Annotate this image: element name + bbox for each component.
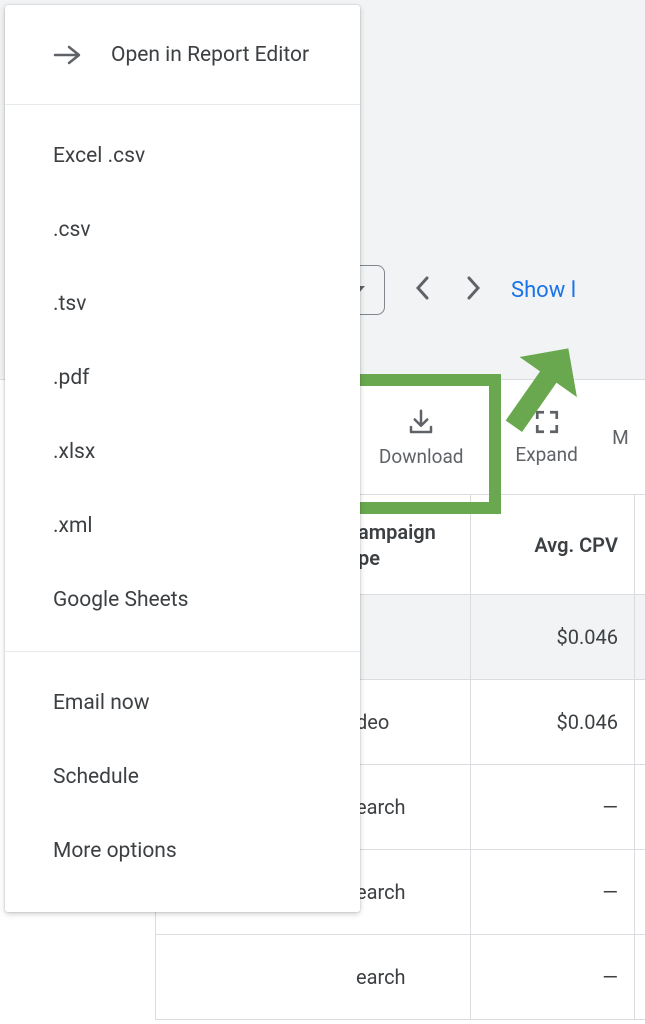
col-header-label: ampaign pe [358,519,454,571]
menu-item-label: .xlsx [53,440,95,464]
menu-item-label: .csv [53,218,91,242]
download-button[interactable]: Download [345,407,497,468]
menu-item-csv[interactable]: .csv [5,193,360,267]
menu-item-google-sheets[interactable]: Google Sheets [5,563,360,637]
expand-icon [534,409,560,435]
prev-button[interactable] [407,274,437,307]
menu-item-excel-csv[interactable]: Excel .csv [5,119,360,193]
menu-item-open-report-editor[interactable]: Open in Report Editor [5,5,360,105]
col-header-label: Avg. CPV [534,533,618,557]
col-header-avg-cpv[interactable]: Avg. CPV [470,495,635,594]
menu-section-formats: Excel .csv .csv .tsv .pdf .xlsx .xml Goo… [5,105,360,651]
table-row[interactable]: earch — [155,935,645,1020]
chevron-right-icon [467,276,481,300]
menu-item-label: More options [53,839,177,863]
menu-item-tsv[interactable]: .tsv [5,267,360,341]
more-button[interactable]: M [596,426,645,449]
show-link[interactable]: Show l [511,278,576,303]
menu-item-more-options[interactable]: More options [5,814,360,888]
expand-label: Expand [515,443,577,466]
cell-type: earch [155,935,470,1019]
menu-item-label: .xml [53,514,92,538]
download-label: Download [379,445,464,468]
cell-cpv: — [470,850,635,934]
chevron-left-icon [415,276,429,300]
menu-item-label: Google Sheets [53,588,189,612]
menu-item-label: .tsv [53,292,86,316]
cell-cpv: $0.046 [470,595,635,679]
menu-item-label: Excel .csv [53,144,145,168]
menu-item-label: Schedule [53,765,139,789]
open-external-icon [53,44,83,66]
download-icon [406,407,436,437]
menu-item-xlsx[interactable]: .xlsx [5,415,360,489]
menu-item-label: Email now [53,691,150,715]
menu-item-label: .pdf [53,366,89,390]
menu-item-label: Open in Report Editor [111,43,309,67]
cell-cpv: $0.046 [470,680,635,764]
menu-item-pdf[interactable]: .pdf [5,341,360,415]
menu-item-email-now[interactable]: Email now [5,666,360,740]
date-toolbar: Show l [330,255,645,325]
menu-section-actions: Email now Schedule More options [5,651,360,902]
next-button[interactable] [459,274,489,307]
cell-cpv: — [470,765,635,849]
menu-item-xml[interactable]: .xml [5,489,360,563]
cell-cpv: — [470,935,635,1019]
expand-button[interactable]: Expand [497,409,595,466]
menu-item-schedule[interactable]: Schedule [5,740,360,814]
download-dropdown-menu: Open in Report Editor Excel .csv .csv .t… [5,5,360,912]
more-label: M [612,426,629,449]
